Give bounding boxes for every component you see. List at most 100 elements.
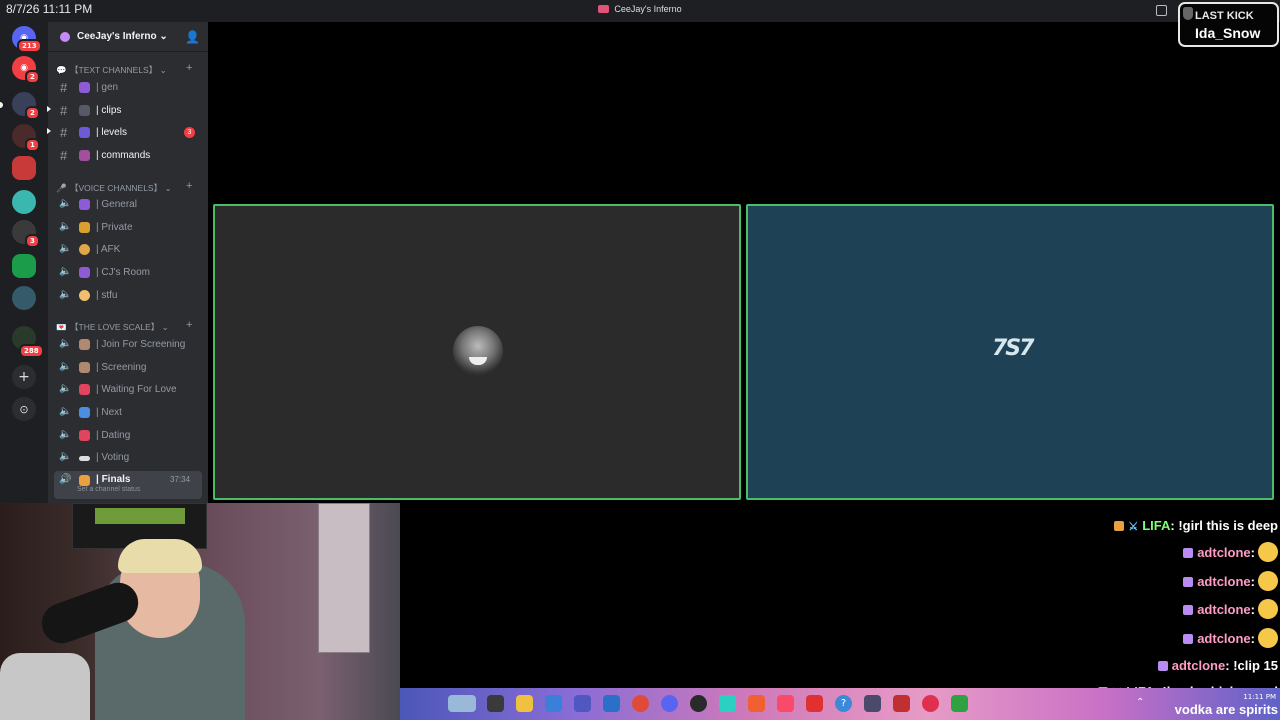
sub-badge-icon — [1183, 605, 1194, 615]
channel-clips[interactable]: # | clips — [47, 101, 202, 121]
server-header[interactable]: CeeJay's Inferno ⌄ 👤 — [48, 22, 208, 52]
user-avatar — [453, 326, 503, 376]
voice-channel-waiting-for-love[interactable]: 🔈 | Waiting For Love — [54, 380, 202, 400]
unread-marker — [47, 128, 51, 134]
chat-message-continued: vodka are spirits — [1175, 702, 1278, 720]
app-icon[interactable] — [893, 695, 910, 712]
voice-channel-screening[interactable]: 🔈 | Screening — [54, 358, 202, 378]
channel-label: | CJ's Room — [96, 267, 150, 278]
add-channel-icon[interactable]: + — [186, 62, 192, 74]
taskbar-clock[interactable]: 11:11 PM — [1224, 693, 1276, 701]
add-server-icon[interactable]: + — [12, 365, 36, 389]
voice-channel-stfu[interactable]: 🔈 | stfu — [54, 286, 202, 306]
channel-emoji-icon — [79, 267, 90, 278]
speaker-icon: 🔊 — [59, 474, 72, 485]
hash-icon: # — [60, 80, 68, 95]
inbox-icon[interactable] — [1156, 5, 1167, 16]
app-icon[interactable] — [864, 695, 881, 712]
chat-username: adtclone — [1197, 574, 1251, 589]
hash-icon: # — [60, 103, 68, 118]
hash-icon: # — [60, 125, 68, 140]
channel-label: | levels — [96, 127, 127, 138]
xbox-icon[interactable] — [951, 695, 968, 712]
speaker-icon: 🔈 — [59, 289, 72, 300]
voice-channel-private[interactable]: 🔈 | Private — [54, 218, 202, 238]
sub-badge-icon — [1183, 634, 1194, 644]
chat-username: adtclone — [1197, 602, 1251, 617]
channel-label: | gen — [96, 82, 119, 93]
music-icon[interactable] — [777, 695, 794, 712]
participant-tile[interactable] — [213, 204, 741, 500]
compass-icon[interactable]: ⊙ — [12, 397, 36, 421]
file-explorer-icon[interactable] — [516, 695, 533, 712]
add-channel-icon[interactable]: + — [186, 319, 192, 331]
chat-message: adtclone: — [1183, 571, 1278, 593]
shield-icon — [1183, 7, 1193, 20]
voice-channel-finals[interactable]: 🔊 | Finals 37:34 Set a channel status — [54, 471, 202, 499]
webcam-overlay — [0, 503, 400, 720]
discord-icon[interactable] — [661, 695, 678, 712]
voice-channel-dating[interactable]: 🔈 | Dating — [54, 426, 202, 446]
stream-chat-overlay: ⚔ LIFA: !girl this is deep adtclone: adtc… — [1080, 518, 1280, 688]
speaker-icon: 🔈 — [59, 243, 72, 254]
voice-channel-join-for-screening[interactable]: 🔈 | Join For Screening — [54, 335, 202, 355]
category-voice-channels[interactable]: 🎤 【VOICE CHANNELS】 ⌄ + — [56, 180, 206, 196]
channel-gen[interactable]: # | gen — [54, 78, 202, 98]
invite-icon[interactable]: 👤 — [185, 30, 200, 44]
channel-label: | Private — [96, 222, 133, 233]
user-avatar-logo: 7S7 — [992, 336, 1034, 361]
obs-icon[interactable] — [690, 695, 707, 712]
server-badge: 2 — [25, 70, 40, 84]
title-bar: 8/7/26 11:11 PM CeeJay's Inferno — [0, 0, 1280, 22]
hash-icon: # — [60, 148, 68, 163]
chrome-icon[interactable] — [632, 695, 649, 712]
set-status-link[interactable]: Set a channel status — [77, 486, 140, 493]
app-icon[interactable] — [806, 695, 823, 712]
channel-label: | commands — [96, 150, 151, 161]
voice-channel-afk[interactable]: 🔈 | AFK — [54, 240, 202, 260]
record-icon[interactable] — [922, 695, 939, 712]
category-love-scale[interactable]: 💌 【THE LOVE SCALE】 ⌄ + — [56, 319, 206, 335]
channel-emoji-icon — [79, 105, 90, 116]
sub-badge-icon — [1183, 548, 1194, 558]
voice-channel-next[interactable]: 🔈 | Next — [54, 403, 202, 423]
server-icon[interactable] — [12, 254, 36, 278]
windows-taskbar: ? ⌃ 11:11 PM — [400, 688, 1280, 720]
channel-commands[interactable]: # | commands — [54, 146, 202, 166]
current-server-icon[interactable] — [12, 286, 36, 310]
server-icon[interactable] — [12, 190, 36, 214]
server-icon — [598, 5, 610, 13]
ballot-icon — [79, 456, 90, 461]
voice-channel-general[interactable]: 🔈 | General — [54, 195, 202, 215]
speaker-icon: 🔈 — [59, 383, 72, 394]
chat-message: adtclone: — [1183, 542, 1278, 564]
copilot-icon[interactable] — [545, 695, 562, 712]
channel-emoji-icon — [79, 127, 90, 138]
last-kick-overlay: LAST KICK Ida_Snow — [1178, 2, 1279, 47]
chat-username: adtclone — [1171, 658, 1226, 673]
server-icon[interactable] — [12, 156, 36, 180]
streaming-app-icon[interactable] — [719, 695, 736, 712]
brave-icon[interactable] — [748, 695, 765, 712]
add-channel-icon[interactable]: + — [186, 180, 192, 192]
channel-emoji-icon — [79, 339, 90, 350]
participant-tile[interactable]: 7S7 — [746, 204, 1274, 500]
weather-widget-icon[interactable] — [448, 695, 476, 712]
laughing-emote-icon — [1258, 628, 1278, 648]
chat-bubble-icon: 💬 — [56, 65, 67, 75]
teams-icon[interactable] — [574, 695, 591, 712]
category-text-channels[interactable]: 💬 【TEXT CHANNELS】 ⌄ + — [56, 62, 206, 78]
task-view-icon[interactable] — [487, 695, 504, 712]
channel-label: | Screening — [96, 362, 147, 373]
channel-levels[interactable]: # | levels 3 — [47, 123, 202, 143]
voice-channel-voting[interactable]: 🔈 | Voting — [54, 448, 202, 468]
help-icon[interactable]: ? — [835, 695, 852, 712]
chat-text: !clip 15 — [1229, 658, 1278, 673]
chat-message: adtclone: !clip 15 — [1157, 658, 1278, 680]
voice-channel-cjs-room[interactable]: 🔈 | CJ's Room — [54, 263, 202, 283]
store-icon[interactable] — [603, 695, 620, 712]
tray-chevron-icon[interactable]: ⌃ — [1136, 697, 1144, 708]
server-badge: 2 — [25, 106, 40, 120]
sub-badge-icon — [1157, 661, 1168, 671]
channel-label: | Voting — [96, 452, 130, 463]
